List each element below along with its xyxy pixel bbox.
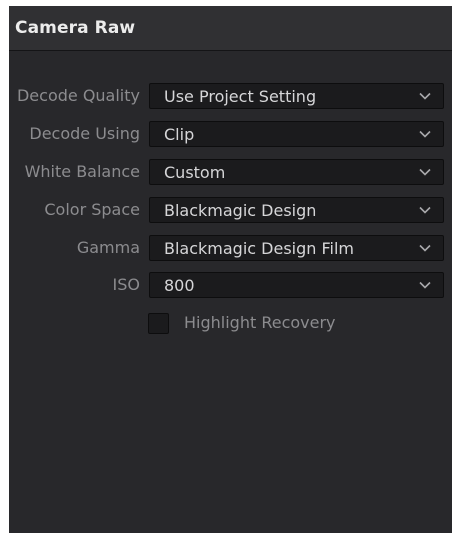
gamma-dropdown[interactable]: Blackmagic Design Film xyxy=(149,235,444,261)
iso-label: ISO xyxy=(112,275,140,294)
color-space-label: Color Space xyxy=(44,200,140,219)
iso-dropdown[interactable]: 800 xyxy=(149,272,444,298)
highlight-recovery-checkbox[interactable] xyxy=(148,313,169,334)
chevron-down-icon xyxy=(419,168,431,176)
panel-header: Camera Raw xyxy=(9,6,452,51)
chevron-down-icon xyxy=(419,281,431,289)
iso-value: 800 xyxy=(164,276,195,295)
decode-quality-value: Use Project Setting xyxy=(164,87,317,106)
white-balance-value: Custom xyxy=(164,163,226,182)
gamma-value: Blackmagic Design Film xyxy=(164,239,355,258)
panel-title: Camera Raw xyxy=(15,18,136,38)
white-balance-label: White Balance xyxy=(24,162,140,181)
chevron-down-icon xyxy=(419,206,431,214)
decode-quality-dropdown[interactable]: Use Project Setting xyxy=(149,83,444,109)
decode-using-label: Decode Using xyxy=(29,124,140,143)
chevron-down-icon xyxy=(419,92,431,100)
color-space-dropdown[interactable]: Blackmagic Design xyxy=(149,197,444,223)
chevron-down-icon xyxy=(419,244,431,252)
decode-quality-label: Decode Quality xyxy=(16,86,140,105)
color-space-value: Blackmagic Design xyxy=(164,201,317,220)
decode-using-value: Clip xyxy=(164,125,195,144)
gamma-label: Gamma xyxy=(76,238,140,257)
decode-using-dropdown[interactable]: Clip xyxy=(149,121,444,147)
camera-raw-panel: Camera Raw Decode Quality Use Project Se… xyxy=(9,6,452,533)
highlight-recovery-label[interactable]: Highlight Recovery xyxy=(184,313,336,332)
chevron-down-icon xyxy=(419,130,431,138)
white-balance-dropdown[interactable]: Custom xyxy=(149,159,444,185)
